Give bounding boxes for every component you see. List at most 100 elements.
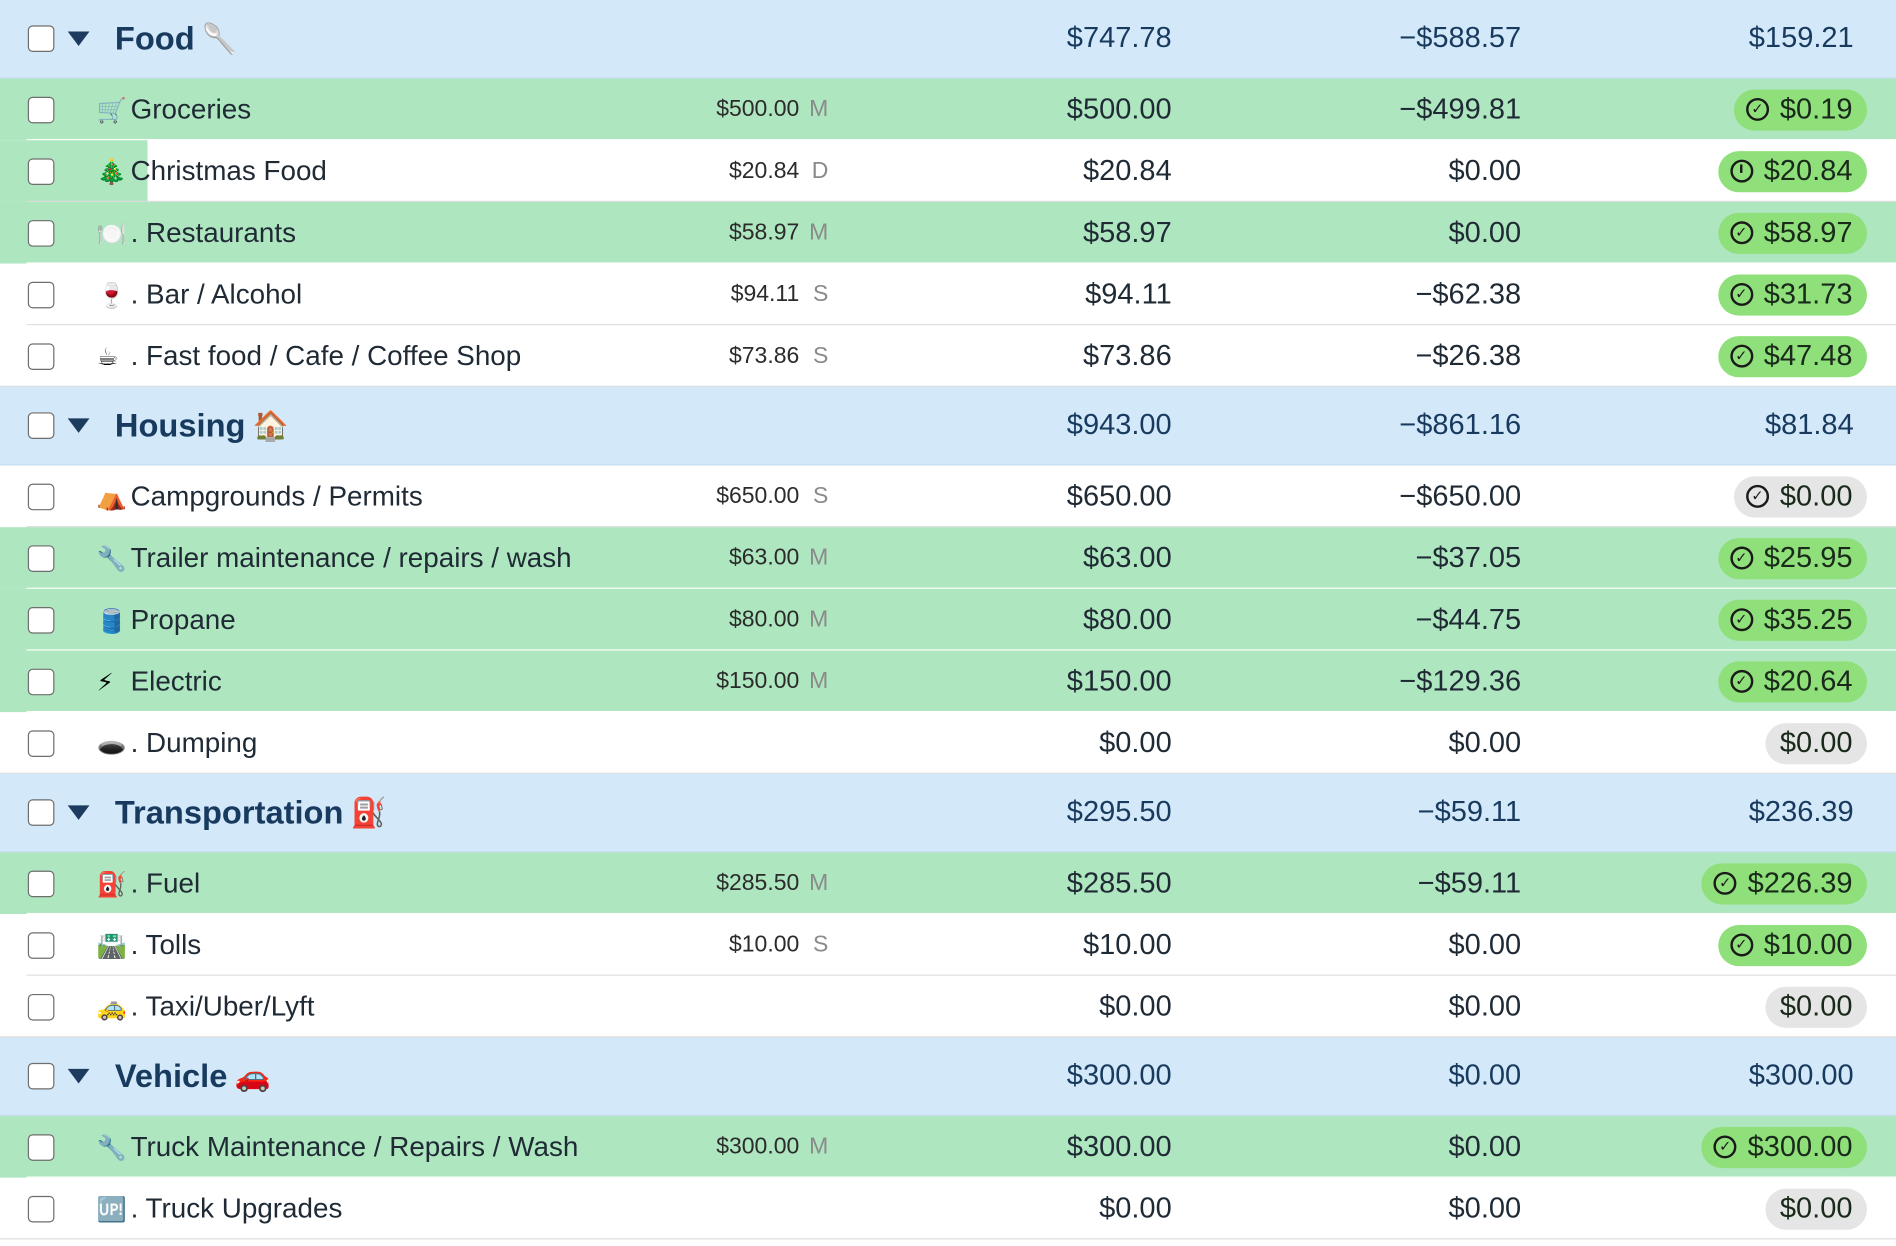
category-name[interactable]: Christmas Food [131, 155, 327, 188]
available-pill[interactable]: $0.00 [1765, 722, 1868, 764]
target-info[interactable]: $10.00 S [729, 914, 828, 976]
category-checkbox[interactable] [27, 729, 55, 757]
category-name[interactable]: . Bar / Alcohol [131, 278, 303, 311]
assigned-amount[interactable]: $0.00 [1099, 990, 1172, 1024]
category-row[interactable]: 🛣️ . Tolls $10.00 S $10.00 $0.00 ✓ $10.00 [0, 914, 1896, 976]
assigned-amount[interactable]: $58.97 [1083, 216, 1172, 250]
available-pill[interactable]: ✓ $58.97 [1717, 212, 1868, 254]
category-row[interactable]: ⛽ . Fuel $285.50 M $285.50 −$59.11 ✓ $226… [0, 852, 1896, 915]
target-info[interactable]: $94.11 S [731, 264, 829, 326]
activity-amount[interactable]: $0.00 [1449, 1130, 1522, 1164]
activity-amount[interactable]: −$129.36 [1399, 664, 1521, 698]
available-pill[interactable]: $0.00 [1765, 1188, 1868, 1230]
assigned-amount[interactable]: $500.00 [1067, 93, 1172, 127]
assigned-amount[interactable]: $300.00 [1067, 1130, 1172, 1164]
category-row[interactable]: 🔧 Truck Maintenance / Repairs / Wash $30… [0, 1116, 1896, 1178]
category-name[interactable]: Groceries [131, 93, 252, 126]
category-checkbox[interactable] [27, 1195, 55, 1222]
assigned-amount[interactable]: $10.00 [1083, 928, 1172, 962]
available-pill[interactable]: ✓ $31.73 [1717, 273, 1868, 315]
activity-amount[interactable]: −$44.75 [1415, 603, 1521, 637]
category-group-row[interactable]: Vehicle 🚗 $300.00 $0.00 $300.00 [0, 1037, 1896, 1117]
category-name[interactable]: . Taxi/Uber/Lyft [131, 990, 315, 1023]
category-name[interactable]: . Fast food / Cafe / Coffee Shop [131, 340, 522, 373]
assigned-amount[interactable]: $0.00 [1099, 726, 1172, 760]
category-row[interactable]: 🍷 . Bar / Alcohol $94.11 S $94.11 −$62.3… [0, 263, 1896, 326]
category-name[interactable]: . Fuel [131, 867, 201, 900]
available-pill[interactable]: $20.84 [1717, 150, 1868, 192]
group-name[interactable]: Food [115, 20, 195, 57]
available-pill[interactable]: $0.00 [1765, 986, 1868, 1028]
activity-amount[interactable]: −$26.38 [1415, 339, 1521, 373]
assigned-amount[interactable]: $94.11 [1085, 278, 1172, 312]
available-pill[interactable]: ✓ $10.00 [1717, 924, 1868, 966]
available-pill[interactable]: ✓ $35.25 [1717, 599, 1868, 641]
group-name[interactable]: Transportation [115, 794, 344, 831]
target-info[interactable]: $63.00 M [729, 527, 828, 589]
target-info[interactable]: $285.50 M [716, 852, 828, 914]
available-pill[interactable]: ✓ $47.48 [1717, 335, 1868, 377]
category-group-row[interactable]: Housing 🏠 $943.00 −$861.16 $81.84 [0, 386, 1896, 466]
category-checkbox[interactable] [27, 931, 55, 959]
available-pill[interactable]: ✓ $25.95 [1717, 537, 1868, 579]
assigned-amount[interactable]: $20.84 [1083, 154, 1172, 188]
available-pill[interactable]: ✓ $300.00 [1701, 1126, 1868, 1168]
category-name[interactable]: . Truck Upgrades [131, 1192, 343, 1225]
category-checkbox[interactable] [27, 993, 55, 1020]
group-checkbox[interactable] [27, 412, 55, 439]
activity-amount[interactable]: $0.00 [1449, 928, 1522, 962]
category-row[interactable]: 🚕 . Taxi/Uber/Lyft $0.00 $0.00 $0.00 [0, 975, 1896, 1038]
activity-amount[interactable]: −$37.05 [1415, 541, 1521, 575]
category-name[interactable]: Trailer maintenance / repairs / wash [131, 542, 572, 575]
activity-amount[interactable]: −$62.38 [1415, 278, 1521, 312]
category-row[interactable]: 🆙 . Truck Upgrades $0.00 $0.00 $0.00 [0, 1177, 1896, 1240]
target-info[interactable]: $650.00 S [716, 466, 828, 528]
category-checkbox[interactable] [27, 1133, 55, 1161]
target-info[interactable]: $150.00 M [716, 651, 828, 713]
activity-amount[interactable]: $0.00 [1449, 726, 1522, 760]
assigned-amount[interactable]: $285.50 [1067, 866, 1172, 900]
target-info[interactable]: $300.00 M [716, 1116, 828, 1178]
category-name[interactable]: . Tolls [131, 929, 202, 962]
target-info[interactable]: $80.00 M [729, 589, 828, 651]
category-row[interactable]: 🎄 Christmas Food $20.84 D $20.84 $0.00 $… [0, 140, 1896, 202]
category-row[interactable]: 🍽️ . Restaurants $58.97 M $58.97 $0.00 ✓… [0, 201, 1896, 264]
group-name[interactable]: Housing [115, 407, 246, 444]
category-checkbox[interactable] [27, 544, 55, 572]
target-info[interactable]: $58.97 M [729, 202, 828, 264]
group-checkbox[interactable] [27, 1062, 55, 1090]
category-name[interactable]: Truck Maintenance / Repairs / Wash [131, 1131, 579, 1164]
category-name[interactable]: . Restaurants [131, 216, 296, 249]
group-checkbox[interactable] [27, 25, 55, 52]
category-name[interactable]: . Dumping [131, 727, 258, 760]
category-checkbox[interactable] [27, 281, 55, 308]
collapse-triangle-icon[interactable] [67, 1068, 90, 1084]
collapse-triangle-icon[interactable] [67, 418, 90, 433]
category-group-row[interactable]: Transportation ⛽ $295.50 −$59.11 $236.39 [0, 773, 1896, 853]
assigned-amount[interactable]: $0.00 [1099, 1192, 1172, 1226]
category-checkbox[interactable] [27, 219, 55, 247]
category-row[interactable]: ⛺ Campgrounds / Permits $650.00 S $650.0… [0, 465, 1896, 528]
category-row[interactable]: 🛒 Groceries $500.00 M $500.00 −$499.81 ✓… [0, 78, 1896, 141]
activity-amount[interactable]: $0.00 [1449, 1192, 1522, 1226]
available-pill[interactable]: ✓ $0.00 [1733, 475, 1868, 517]
category-checkbox[interactable] [27, 96, 55, 123]
target-info[interactable]: $500.00 M [716, 79, 828, 141]
target-info[interactable]: $20.84 D [729, 140, 828, 202]
target-info[interactable]: $73.86 S [729, 325, 828, 387]
category-row[interactable]: 🕳️ . Dumping $0.00 $0.00 $0.00 [0, 712, 1896, 774]
category-row[interactable]: ⚡ Electric $150.00 M $150.00 −$129.36 ✓ $… [0, 650, 1896, 713]
category-name[interactable]: Propane [131, 603, 236, 636]
category-row[interactable]: ☕ . Fast food / Cafe / Coffee Shop $73.8… [0, 325, 1896, 387]
assigned-amount[interactable]: $650.00 [1067, 479, 1172, 513]
activity-amount[interactable]: $0.00 [1449, 154, 1522, 188]
activity-amount[interactable]: −$650.00 [1399, 479, 1521, 513]
category-checkbox[interactable] [27, 157, 55, 185]
category-row[interactable]: 🔧 Trailer maintenance / repairs / wash $… [0, 527, 1896, 589]
collapse-triangle-icon[interactable] [67, 805, 90, 820]
available-pill[interactable]: ✓ $226.39 [1701, 862, 1868, 904]
category-name[interactable]: Electric [131, 665, 222, 698]
assigned-amount[interactable]: $73.86 [1083, 339, 1172, 373]
activity-amount[interactable]: $0.00 [1449, 990, 1522, 1024]
assigned-amount[interactable]: $150.00 [1067, 664, 1172, 698]
